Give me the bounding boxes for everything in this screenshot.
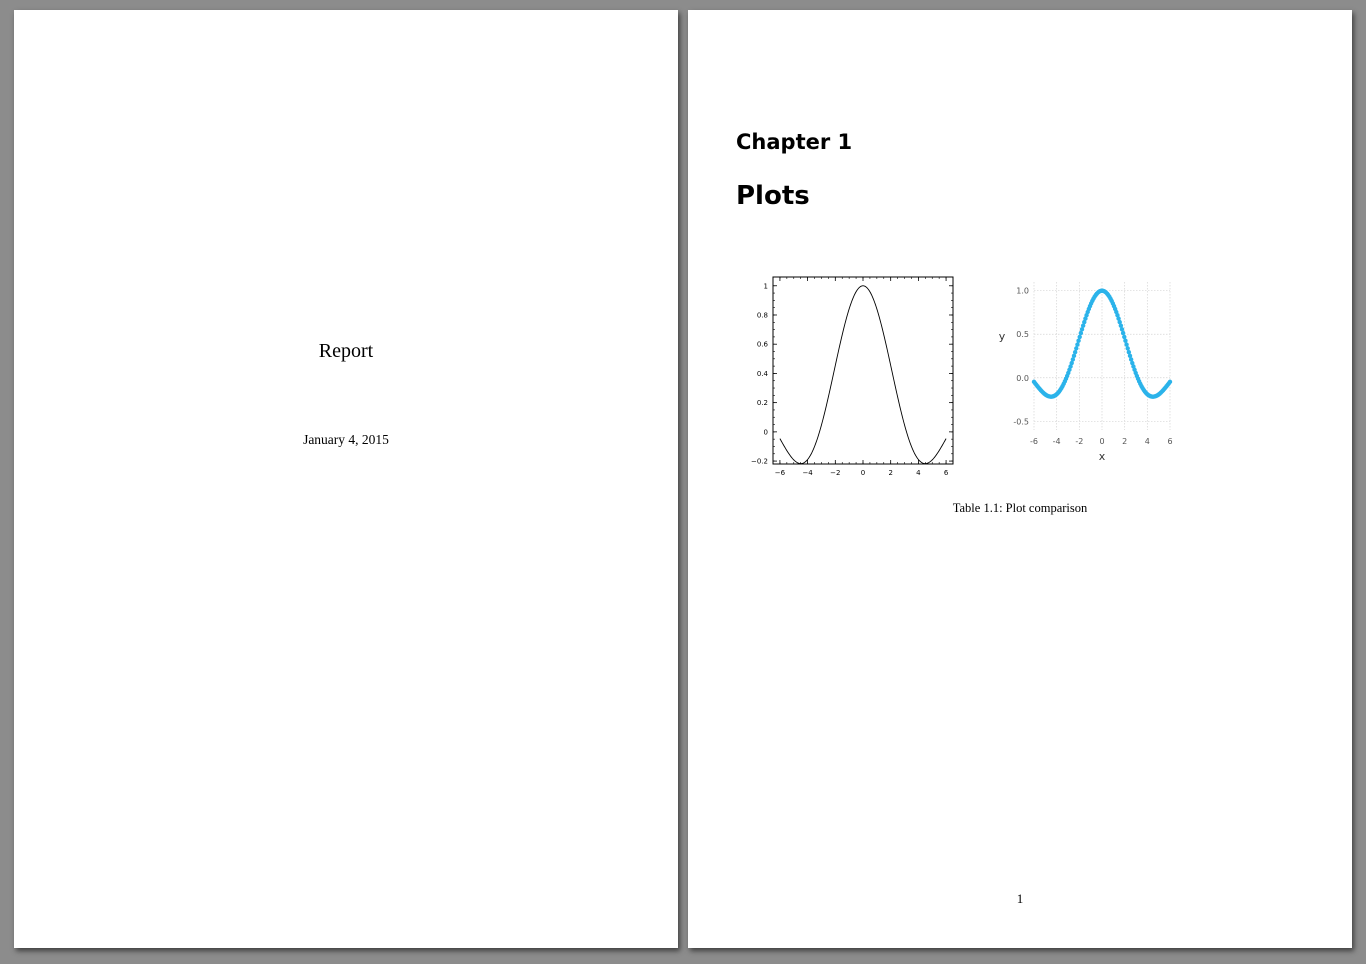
y-tick-label: 1.0 — [1016, 287, 1029, 296]
x-tick-label: 4 — [1145, 437, 1150, 446]
y-tick-label: 0.0 — [1016, 374, 1029, 383]
x-tick-label: -6 — [1030, 437, 1038, 446]
scatter-point — [1077, 334, 1082, 340]
chapter-title: Plots — [736, 181, 810, 211]
line-plot: −6 −4 −2 0 2 4 6 −0.2 0 0.2 0.4 0.6 0.8 1 — [751, 276, 954, 477]
x-tick-label: −6 — [775, 469, 786, 477]
scatter-point — [1122, 334, 1127, 340]
document-title: Report — [318, 340, 374, 362]
y-tick-label: 0.2 — [757, 399, 768, 407]
x-axis-label: x — [1099, 450, 1106, 463]
page-number: 1 — [1016, 891, 1024, 906]
y-tick-label: 0 — [764, 428, 768, 436]
y-tick-label: −0.2 — [751, 458, 768, 466]
scatter-point — [1167, 379, 1173, 385]
series-line — [779, 285, 947, 465]
x-tick-label: 2 — [888, 469, 892, 477]
y-axis-label: y — [999, 330, 1006, 343]
document-date: January 4, 2015 — [303, 432, 389, 447]
x-tick-label: -2 — [1075, 437, 1083, 446]
chapter-label: Chapter 1 — [736, 130, 853, 154]
y-tick-label: 0.8 — [757, 311, 768, 319]
scatter-point — [1126, 349, 1132, 355]
plot-frame — [772, 276, 954, 465]
y-tick-label: 1 — [764, 282, 768, 290]
scatter-point — [1124, 342, 1129, 347]
y-tick-label: 0.4 — [757, 370, 769, 378]
scatter-point — [1075, 342, 1080, 347]
scatter-point — [1119, 327, 1125, 332]
x-tick-label: 6 — [1167, 437, 1172, 446]
scatter-point — [1072, 349, 1078, 355]
scatter-point — [1071, 353, 1077, 359]
y-tick-label: 0.5 — [1016, 330, 1029, 339]
x-tick-label: 6 — [944, 469, 949, 477]
scatter-point — [1076, 338, 1081, 343]
y-tick-label: 0.6 — [757, 341, 769, 349]
x-tick-label: −4 — [802, 469, 813, 477]
figure-caption: Table 1.1: Plot comparison — [688, 501, 1352, 516]
x-tick-label: −2 — [830, 469, 840, 477]
title-page: Report January 4, 2015 — [14, 10, 678, 948]
caption-text: Table 1.1: Plot comparison — [952, 501, 1088, 515]
scatter-point — [1078, 330, 1084, 336]
x-tick-label: -4 — [1053, 437, 1061, 446]
scatter-point — [1125, 346, 1130, 351]
x-tick-label: 0 — [1099, 437, 1104, 446]
chapter-page: Chapter 1 Plots −6 −4 −2 0 2 4 6 −0.2 0 0.2 0.4 0.6… — [688, 10, 1352, 948]
y-tick-label: -0.5 — [1013, 417, 1029, 426]
x-tick-label: 2 — [1122, 437, 1127, 446]
x-tick-label: 4 — [916, 469, 921, 477]
scatter-point — [1074, 346, 1079, 351]
x-tick-label: 0 — [861, 469, 865, 477]
scatter-point — [1123, 338, 1128, 343]
scatter-plot: -6 -4 -2 0 2 4 6 -0.5 0.0 0.5 1.0 x y — [999, 282, 1173, 463]
scatter-point — [1120, 330, 1126, 336]
